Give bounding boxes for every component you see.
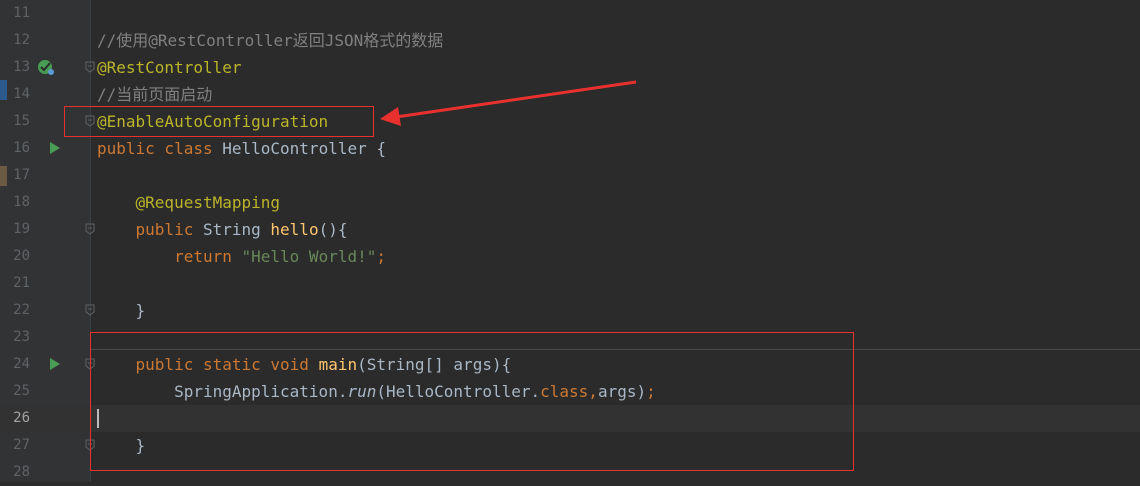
code-editor[interactable]: 11 12//使用@RestController返回JSON格式的数据 13 @Res… xyxy=(0,0,1140,482)
red-arrow-icon xyxy=(380,80,637,126)
